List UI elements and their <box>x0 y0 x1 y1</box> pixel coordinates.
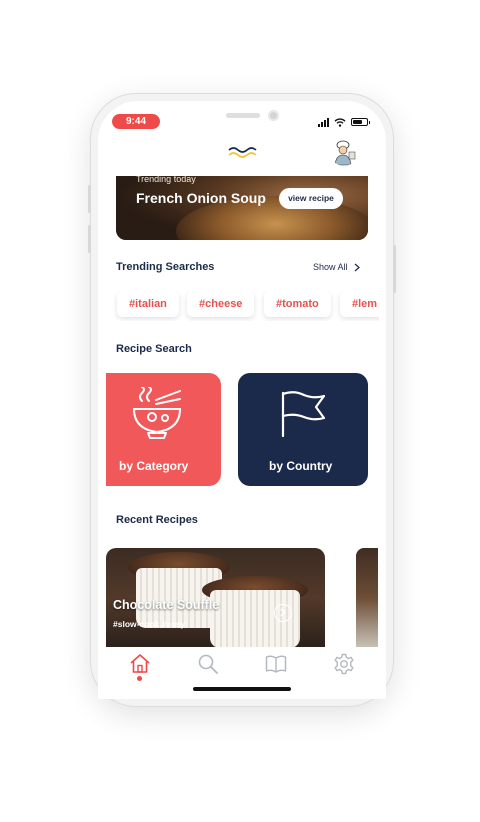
by-category-label: by Category <box>119 459 189 473</box>
chip-tomato[interactable]: #tomato <box>264 291 331 317</box>
active-tab-indicator <box>137 676 142 681</box>
flag-icon <box>281 391 326 437</box>
wifi-icon <box>334 117 346 127</box>
chip-lemon[interactable]: #lem <box>340 291 379 317</box>
recipe-tags: #slow-cook #easy <box>113 619 186 629</box>
by-category-card[interactable]: by Category <box>106 373 221 486</box>
recent-recipes-title: Recent Recipes <box>116 514 198 526</box>
search-icon[interactable] <box>197 653 219 675</box>
hero-title: French Onion Soup <box>136 190 266 206</box>
by-country-label: by Country <box>269 459 333 473</box>
side-button <box>393 245 396 293</box>
status-icons <box>318 117 370 127</box>
trending-chips: #italian #cheese #tomato #lem <box>113 291 379 321</box>
chef-icon <box>334 140 356 166</box>
hero-tag: Trending today <box>136 176 196 184</box>
side-button <box>88 225 91 253</box>
recipe-card-next[interactable] <box>356 548 378 648</box>
settings-icon[interactable] <box>333 653 355 675</box>
trending-searches-title: Trending Searches <box>116 261 215 273</box>
home-icon[interactable] <box>129 653 151 675</box>
chip-cheese[interactable]: #cheese <box>187 291 255 317</box>
app-logo-icon <box>228 147 257 158</box>
chevron-right-icon <box>280 608 286 617</box>
chef-avatar[interactable] <box>330 138 358 166</box>
recipe-card[interactable]: Chocolate Souffle #slow-cook #easy <box>106 548 325 648</box>
status-time: 9:44 <box>112 114 160 129</box>
battery-icon <box>351 118 370 126</box>
by-country-card[interactable]: by Country <box>238 373 368 486</box>
chevron-right-icon <box>354 263 360 271</box>
home-indicator[interactable] <box>193 687 291 691</box>
camera <box>268 110 279 121</box>
side-button <box>88 185 91 213</box>
ramen-bowl-icon <box>132 387 182 439</box>
speaker <box>226 113 260 118</box>
show-all-label: Show All <box>313 262 348 272</box>
recipe-title: Chocolate Souffle <box>113 598 220 612</box>
chip-italian[interactable]: #italian <box>117 291 179 317</box>
trending-hero-card[interactable]: Trending today French Onion Soup view re… <box>116 176 368 240</box>
show-all-link[interactable]: Show All <box>313 262 360 272</box>
view-recipe-button[interactable]: view recipe <box>279 188 343 209</box>
recipe-search-title: Recipe Search <box>116 343 192 355</box>
recipe-open-button[interactable] <box>274 604 292 622</box>
signal-icon <box>318 117 329 127</box>
book-icon[interactable] <box>265 653 287 675</box>
tab-bar <box>98 647 386 699</box>
